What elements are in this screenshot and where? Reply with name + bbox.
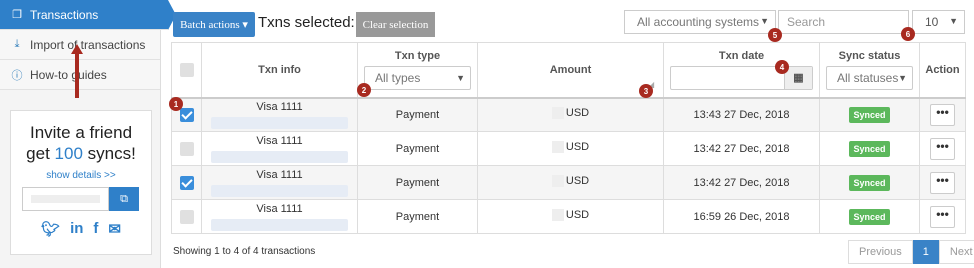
previous-page-button[interactable]: Previous [848,240,913,264]
chevron-down-icon: ▼ [949,16,958,26]
table-row: Visa 1111 Payment USD 13:42 27 Dec, 2018… [171,131,966,166]
show-details-link[interactable]: show details >> [11,170,151,181]
row-action-button[interactable]: ••• [930,103,955,126]
txn-name: Visa 1111 [256,168,303,181]
txn-type-filter[interactable]: All types ▼ [364,65,471,90]
txn-date: 13:42 27 Dec, 2018 [663,165,820,200]
facebook-icon[interactable]: f [93,220,98,238]
row-action-button[interactable]: ••• [930,205,955,228]
sync-status-filter[interactable]: All statuses ▼ [826,65,913,90]
search-input[interactable] [778,10,909,34]
column-header-sync-status: Sync status All statuses ▼ [819,42,920,98]
txn-type: Payment [357,199,478,234]
annotation-arrow-icon [71,44,83,98]
showing-count: Showing 1 to 4 of 4 transactions [173,246,316,257]
select-all-cell [171,42,202,98]
pagination: Previous 1 Next [848,240,974,264]
annotation-marker-4: 4 [775,60,789,74]
txn-currency: USD [565,107,590,120]
column-header-txn-date: Txn date ▦ [663,42,820,98]
chevron-down-icon: ▼ [898,72,907,83]
table-row: Visa 1111 Payment USD 16:59 26 Dec, 2018… [171,199,966,234]
referral-link-field[interactable] [22,187,109,211]
copy-icon: ❐ [12,9,22,21]
sidebar-item-label: Transactions [30,7,99,22]
txn-date: 16:59 26 Dec, 2018 [663,199,820,234]
transactions-table: Txn info Txn type All types ▼ Amount Txn … [171,42,966,234]
row-checkbox[interactable] [179,107,194,122]
social-share-row: 🐦︎ in f ✉ [11,220,151,238]
chevron-down-icon: ▼ [760,16,769,26]
annotation-marker-2: 2 [357,83,371,97]
batch-actions-button[interactable]: Batch actions ▾ [173,12,255,37]
txn-date-filter[interactable]: ▦ [670,65,813,90]
invite-subheading: get 100 syncs! [26,144,136,163]
row-action-button[interactable]: ••• [930,137,955,160]
txn-date: 13:42 27 Dec, 2018 [663,131,820,166]
row-checkbox[interactable] [179,175,194,190]
txn-currency: USD [565,141,590,153]
column-header-amount: Amount [477,42,664,98]
txn-date: 13:43 27 Dec, 2018 [663,96,820,132]
status-badge: Synced [849,106,890,123]
txn-type: Payment [357,96,478,132]
txn-currency: USD [565,175,590,187]
row-checkbox[interactable] [179,141,194,156]
accounting-systems-select[interactable]: All accounting systems ▼ [624,10,776,34]
download-icon: ⤓ [14,38,20,50]
page-1-button[interactable]: 1 [912,240,939,264]
status-badge: Synced [849,174,890,191]
page-size-select[interactable]: 10 ▼ [912,10,965,34]
sidebar-item-transactions[interactable]: ❐ Transactions [0,0,176,30]
row-action-button[interactable]: ••• [930,171,955,194]
txn-type: Payment [357,165,478,200]
column-header-txn-info: Txn info [201,42,358,98]
referral-link-row: ⧉ [22,187,139,211]
txn-name: Visa 1111 [256,202,303,215]
txn-name: Visa 1111 [256,100,303,113]
annotation-marker-3: 3 [639,84,653,98]
linkedin-icon[interactable]: in [70,220,83,238]
txn-currency: USD [565,209,590,221]
info-icon: ⓘ [11,69,23,82]
txn-name: Visa 1111 [256,134,303,147]
status-badge: Synced [849,140,890,157]
sidebar-item-label: Import of transactions [30,37,146,52]
sidebar-item-label: How-to guides [30,67,107,82]
txn-type: Payment [357,131,478,166]
table-row: Visa 1111 Payment USD 13:43 27 Dec, 2018… [171,96,966,132]
twitter-icon[interactable]: 🐦︎ [41,220,60,238]
chevron-down-icon: ▼ [456,72,465,83]
annotation-marker-6: 6 [901,27,915,41]
copy-icon: ⧉ [120,192,128,205]
copy-link-button[interactable]: ⧉ [109,187,139,211]
sidebar: ❐ Transactions ⤓ Import of transactions … [0,0,176,268]
invite-panel: Invite a friend get 100 syncs! show deta… [10,110,152,255]
clear-selection-button[interactable]: Clear selection [356,12,435,37]
row-checkbox[interactable] [179,209,194,224]
column-header-action: Action [919,42,966,98]
next-page-button[interactable]: Next [938,240,974,264]
email-icon[interactable]: ✉ [108,220,121,238]
column-header-txn-type: Txn type All types ▼ [357,42,478,98]
txns-selected-count: Txns selected: 2 [258,14,368,31]
caret-down-icon: ▾ [242,19,248,31]
table-row: Visa 1111 Payment USD 13:42 27 Dec, 2018… [171,165,966,200]
annotation-marker-5: 5 [768,28,782,42]
invite-heading: Invite a friend [29,123,133,142]
select-all-checkbox[interactable] [179,62,194,77]
annotation-marker-1: 1 [169,97,183,111]
status-badge: Synced [849,208,890,225]
